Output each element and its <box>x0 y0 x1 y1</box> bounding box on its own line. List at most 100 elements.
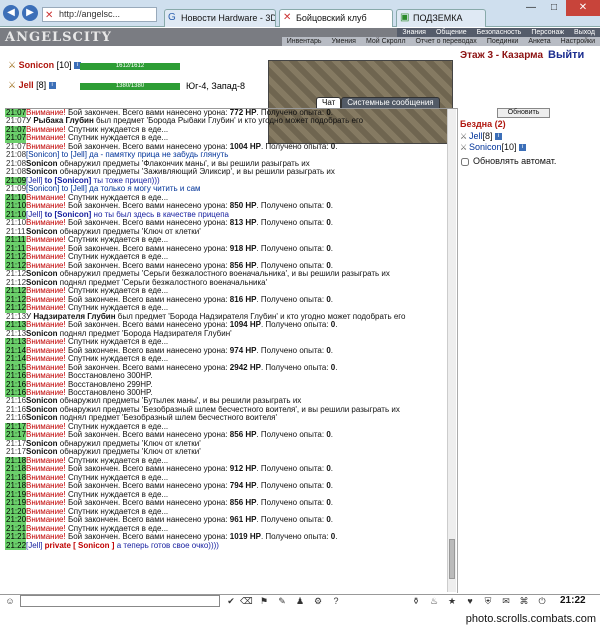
timestamp[interactable]: 21:11 <box>5 244 26 254</box>
timestamp[interactable]: 21:21 <box>5 533 26 542</box>
shield-icon[interactable]: ⛨ <box>482 595 494 607</box>
timestamp[interactable]: 21:12 <box>5 270 26 278</box>
menu-item[interactable]: Знания <box>397 28 431 37</box>
timestamp[interactable]: 21:10 <box>5 202 26 211</box>
timestamp[interactable]: 21:14 <box>5 355 26 364</box>
timestamp[interactable]: 21:12 <box>5 279 26 287</box>
user1-link[interactable]: ⚔ Sonicon [10] i <box>8 60 82 71</box>
timestamp[interactable]: 21:16 <box>5 397 26 405</box>
forward-arrow-icon[interactable]: ▶ <box>22 5 38 21</box>
map-icon[interactable]: ⌘ <box>518 595 530 607</box>
send-icon[interactable]: ✔ <box>225 595 237 607</box>
timestamp[interactable]: 21:12 <box>5 253 26 262</box>
timestamp[interactable]: 21:17 <box>5 431 26 440</box>
timestamp[interactable]: 21:17 <box>5 422 26 432</box>
star-icon[interactable]: ★ <box>446 595 458 607</box>
filter-icon[interactable]: ⚑ <box>258 595 270 607</box>
settings-icon[interactable]: ⚙ <box>312 595 324 607</box>
tab-fight-club[interactable]: ✕ Бойцовский клуб <box>279 9 393 27</box>
timestamp[interactable]: 21:20 <box>5 507 26 517</box>
timestamp[interactable]: 21:16 <box>5 380 26 389</box>
exit-button[interactable]: Выйти <box>548 49 584 61</box>
back-arrow-icon[interactable]: ◀ <box>3 5 19 21</box>
timestamp[interactable]: 21:22 <box>5 541 26 551</box>
player-sonicon[interactable]: ⚔ Sonicon[10] i <box>460 142 527 152</box>
timestamp[interactable]: 21:21 <box>5 524 26 534</box>
submenu-item[interactable]: Отчет о переводах <box>411 37 482 46</box>
timestamp[interactable]: 21:18 <box>5 465 26 474</box>
power-icon[interactable]: ⏻ <box>536 595 548 607</box>
timestamp[interactable]: 21:08 <box>5 160 26 168</box>
tab-podzemka[interactable]: ▣ ПОДЗЕМКА <box>396 9 486 27</box>
info-icon[interactable]: i <box>519 144 527 152</box>
timestamp[interactable]: 21:16 <box>5 388 26 398</box>
info-icon[interactable]: i <box>48 82 56 90</box>
submenu-item[interactable]: Мой Скролл <box>361 37 411 46</box>
help-icon[interactable]: ? <box>330 595 342 607</box>
timestamp[interactable]: 21:16 <box>5 414 26 422</box>
smile-icon[interactable]: ☺ <box>4 595 16 607</box>
timestamp[interactable]: 21:07 <box>5 134 26 143</box>
scroll-thumb[interactable] <box>449 539 455 579</box>
timestamp[interactable]: 21:08 <box>5 151 26 159</box>
timestamp[interactable]: 21:13 <box>5 338 26 347</box>
timestamp[interactable]: 21:11 <box>5 228 26 236</box>
minimize-icon[interactable]: — <box>520 0 542 16</box>
chat-scrollbar[interactable] <box>447 109 456 592</box>
timestamp[interactable]: 21:10 <box>5 219 26 227</box>
timestamp[interactable]: 21:16 <box>5 372 26 381</box>
menu-item[interactable]: Персонаж <box>526 28 569 37</box>
timestamp[interactable]: 21:13 <box>5 321 26 330</box>
timestamp[interactable]: 21:17 <box>5 448 26 456</box>
timestamp[interactable]: 21:15 <box>5 363 26 373</box>
submenu-item[interactable]: Инвентарь <box>282 37 327 46</box>
timestamp[interactable]: 21:20 <box>5 516 26 525</box>
submenu-item[interactable]: Поединки <box>482 37 524 46</box>
submenu-item[interactable]: Анкета <box>523 37 555 46</box>
timestamp[interactable]: 21:08 <box>5 168 26 176</box>
timestamp[interactable]: 21:10 <box>5 193 26 203</box>
submenu-item[interactable]: Настройки <box>556 37 600 46</box>
menu-item[interactable]: Общение <box>431 28 472 37</box>
timestamp[interactable]: 21:07 <box>5 125 26 135</box>
address-bar[interactable]: ✕ http://angelsc... <box>42 7 157 22</box>
mail-icon[interactable]: ✉ <box>500 595 512 607</box>
clear-icon[interactable]: ⌫ <box>240 595 253 607</box>
timestamp[interactable]: 21:12 <box>5 261 26 271</box>
timestamp[interactable]: 21:13 <box>5 313 26 321</box>
chat-input[interactable] <box>20 595 220 607</box>
timestamp[interactable]: 21:09 <box>5 185 26 193</box>
user2-link[interactable]: ⚔ Jell [8] i <box>8 80 56 91</box>
maximize-icon[interactable]: □ <box>543 0 565 16</box>
timestamp[interactable]: 21:14 <box>5 346 26 356</box>
menu-item[interactable]: Безопасность <box>472 28 527 37</box>
heart-icon[interactable]: ♥ <box>464 595 476 607</box>
timestamp[interactable]: 21:18 <box>5 473 26 483</box>
fire-icon[interactable]: ♨ <box>428 595 440 607</box>
timestamp[interactable]: 21:12 <box>5 304 26 313</box>
timestamp[interactable]: 21:07 <box>5 117 26 125</box>
timestamp[interactable]: 21:18 <box>5 456 26 466</box>
people-icon[interactable]: ♟ <box>294 595 306 607</box>
timestamp[interactable]: 21:13 <box>5 330 26 338</box>
menu-item[interactable]: Выход <box>569 28 600 37</box>
tab-news[interactable]: GНовости Hardware - 3DNews -... <box>164 9 276 27</box>
player-jell[interactable]: ⚔ Jell[8] i <box>460 131 503 141</box>
timestamp[interactable]: 21:12 <box>5 287 26 296</box>
timestamp[interactable]: 21:18 <box>5 482 26 491</box>
submenu-item[interactable]: Умения <box>327 37 361 46</box>
close-window-icon[interactable]: ✕ <box>566 0 600 16</box>
timestamp[interactable]: 21:09 <box>5 176 26 186</box>
auto-refresh-checkbox[interactable] <box>461 157 469 166</box>
timestamp[interactable]: 21:16 <box>5 406 26 414</box>
timestamp[interactable]: 21:19 <box>5 499 26 508</box>
timestamp[interactable]: 21:07 <box>5 143 26 151</box>
timestamp[interactable]: 21:12 <box>5 295 26 305</box>
timestamp[interactable]: 21:17 <box>5 440 26 448</box>
info-icon[interactable]: i <box>495 133 503 141</box>
refresh-button[interactable]: Обновить <box>497 108 550 118</box>
timestamp[interactable]: 21:10 <box>5 210 26 220</box>
translit-icon[interactable]: ✎ <box>276 595 288 607</box>
timestamp[interactable]: 21:19 <box>5 490 26 500</box>
timestamp[interactable]: 21:11 <box>5 236 26 245</box>
